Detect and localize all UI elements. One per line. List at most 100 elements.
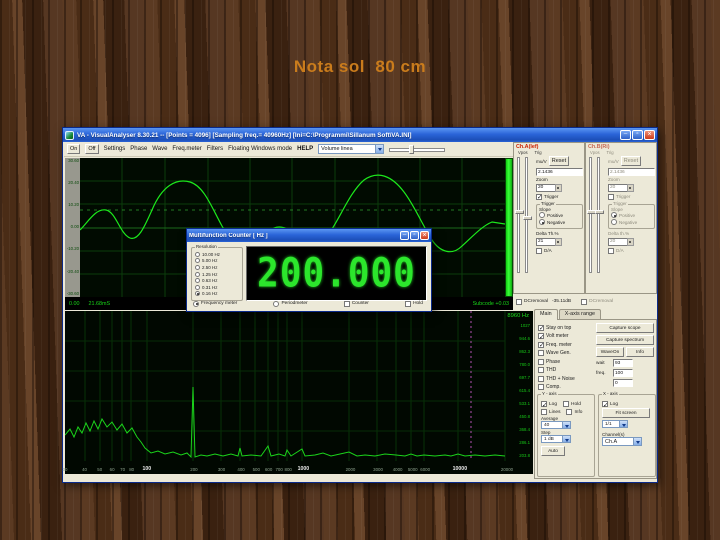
resolution-option[interactable]: 0.16 Hz — [195, 291, 240, 298]
stay-on-top-row[interactable]: Stay on top — [538, 324, 575, 331]
dialog-titlebar[interactable]: Multifunction Counter [ Hz ] — [187, 229, 431, 242]
resolution-option[interactable]: 0.31 Hz — [195, 284, 240, 291]
resolution-radio[interactable] — [195, 278, 200, 283]
phase-checkbox[interactable] — [538, 359, 544, 365]
spinner-arrows-icon[interactable] — [627, 238, 634, 246]
trigger-level-slider[interactable] — [597, 157, 600, 273]
spinner-arrows-icon[interactable] — [555, 238, 562, 246]
comp-checkbox[interactable] — [538, 384, 544, 390]
y-lines-checkbox[interactable] — [541, 409, 547, 415]
resolution-radio[interactable] — [195, 252, 200, 257]
capture-scope-button[interactable]: Capture scope — [596, 323, 654, 333]
thd-row[interactable]: THD — [538, 367, 575, 374]
x-log-checkbox[interactable] — [602, 401, 608, 407]
counter-checkbox[interactable] — [344, 301, 350, 307]
dialog-close-button[interactable] — [420, 231, 429, 240]
resolution-option[interactable]: 1.25 Hz — [195, 271, 240, 278]
fit-screen-button[interactable]: Fit screen — [602, 408, 650, 418]
gain-value-field[interactable]: 2.1436 — [536, 168, 583, 176]
resolution-option[interactable]: 2.50 Hz — [195, 264, 240, 271]
freq-meter-row[interactable]: Freq. meter — [538, 341, 575, 348]
menu-settings[interactable]: Settings — [104, 146, 126, 152]
hold-checkbox[interactable] — [405, 301, 411, 307]
frequency-meter-option[interactable]: Frequency meter — [193, 300, 237, 307]
periodmeter-option[interactable]: Periodmeter — [273, 300, 307, 307]
frequency-meter-radio[interactable] — [193, 301, 199, 307]
menu-freq-meter[interactable]: Freq.meter — [172, 146, 201, 152]
thd-noise-checkbox[interactable] — [538, 376, 544, 382]
freq-meter-checkbox[interactable] — [538, 342, 544, 348]
window-titlebar[interactable]: VA - VisualAnalyser 8.30.21 -- [Points =… — [63, 128, 657, 142]
menu-wave[interactable]: Wave — [152, 146, 167, 152]
resolution-radio[interactable] — [195, 272, 200, 277]
on-button[interactable]: On — [67, 144, 80, 154]
reset-button[interactable]: Reset — [549, 156, 569, 166]
thd-checkbox[interactable] — [538, 367, 544, 373]
spinner-arrows-icon[interactable] — [555, 184, 562, 192]
trigger-checkbox[interactable] — [608, 194, 614, 200]
volume-slider-thumb[interactable] — [409, 145, 414, 154]
dcremoval-b-checkbox[interactable] — [581, 299, 587, 305]
wait-field[interactable]: 93 — [613, 359, 633, 367]
vpos-slider-thumb[interactable] — [515, 210, 524, 214]
delta-threshold-spinner[interactable]: 21 — [536, 238, 562, 246]
resolution-radio[interactable] — [195, 258, 200, 263]
volume-select[interactable]: Volume linea — [318, 144, 384, 154]
slope-positive-radio[interactable] — [611, 212, 617, 218]
da-checkbox[interactable] — [608, 248, 614, 254]
menu-floating-windows-mode[interactable]: Floating Windows mode — [228, 146, 292, 152]
resolution-radio[interactable] — [195, 291, 200, 296]
hold-option[interactable]: Hold — [405, 300, 423, 307]
waveon-button[interactable]: WaveOn — [596, 347, 624, 357]
minimize-button[interactable] — [620, 130, 631, 140]
trigger-checkbox[interactable] — [536, 194, 542, 200]
y-hold-checkbox[interactable] — [563, 401, 569, 407]
resolution-option[interactable]: 0.63 Hz — [195, 277, 240, 284]
vpos-slider[interactable] — [517, 157, 520, 273]
freq-field[interactable]: 100 — [613, 369, 633, 377]
off-button[interactable]: Off — [85, 144, 98, 154]
capture-spectrum-button[interactable]: Capture spectrum — [596, 335, 654, 345]
trigger-slider-thumb[interactable] — [523, 216, 532, 220]
menu-help[interactable]: HELP — [297, 146, 313, 152]
x-zoom-select[interactable]: 1/1 — [602, 420, 628, 428]
comp-row[interactable]: Comp. — [538, 384, 575, 391]
trigger-level-slider[interactable] — [525, 157, 528, 273]
zoom-spinner[interactable]: 20 — [536, 184, 562, 192]
dialog-maximize-button[interactable] — [410, 231, 419, 240]
slope-negative-radio[interactable] — [611, 219, 617, 225]
step-select[interactable]: 1 dB — [541, 435, 571, 443]
resolution-option[interactable]: 10.00 Hz — [195, 251, 240, 258]
volume-slider[interactable] — [389, 145, 445, 154]
slope-negative-radio[interactable] — [539, 219, 545, 225]
volt-meter-checkbox[interactable] — [538, 333, 544, 339]
delta-threshold-spinner[interactable]: 20 — [608, 238, 634, 246]
average-select[interactable]: 40 — [541, 421, 571, 429]
menu-phase[interactable]: Phase — [130, 146, 147, 152]
maximize-button[interactable] — [632, 130, 643, 140]
wave-gen-checkbox[interactable] — [538, 350, 544, 356]
info-button[interactable]: Info — [626, 347, 654, 357]
close-button[interactable] — [644, 130, 655, 140]
spinner-arrows-icon[interactable] — [627, 184, 634, 192]
wave-gen-row[interactable]: Wave Gen. — [538, 350, 575, 357]
gain-value-field[interactable]: 2.1436 — [608, 168, 655, 176]
da-checkbox[interactable] — [536, 248, 542, 254]
counter-option[interactable]: Counter — [344, 300, 369, 307]
count-field[interactable]: 0 — [613, 379, 633, 387]
y-info-checkbox[interactable] — [566, 409, 572, 415]
resolution-option[interactable]: 5.00 Hz — [195, 258, 240, 265]
thd-noise-row[interactable]: THD + Noise — [538, 375, 575, 382]
dialog-minimize-button[interactable] — [400, 231, 409, 240]
menu-filters[interactable]: Filters — [207, 146, 223, 152]
y-log-checkbox[interactable] — [541, 401, 547, 407]
stay-on-top-checkbox[interactable] — [538, 325, 544, 331]
resolution-radio[interactable] — [195, 285, 200, 290]
resolution-radio[interactable] — [195, 265, 200, 270]
auto-button[interactable]: Auto — [541, 446, 565, 456]
channel-select[interactable]: Ch.A — [602, 437, 642, 446]
phase-row[interactable]: Phase — [538, 358, 575, 365]
volt-meter-row[interactable]: Volt meter — [538, 333, 575, 340]
periodmeter-radio[interactable] — [273, 301, 279, 307]
dcremoval-a-checkbox[interactable] — [516, 299, 522, 305]
